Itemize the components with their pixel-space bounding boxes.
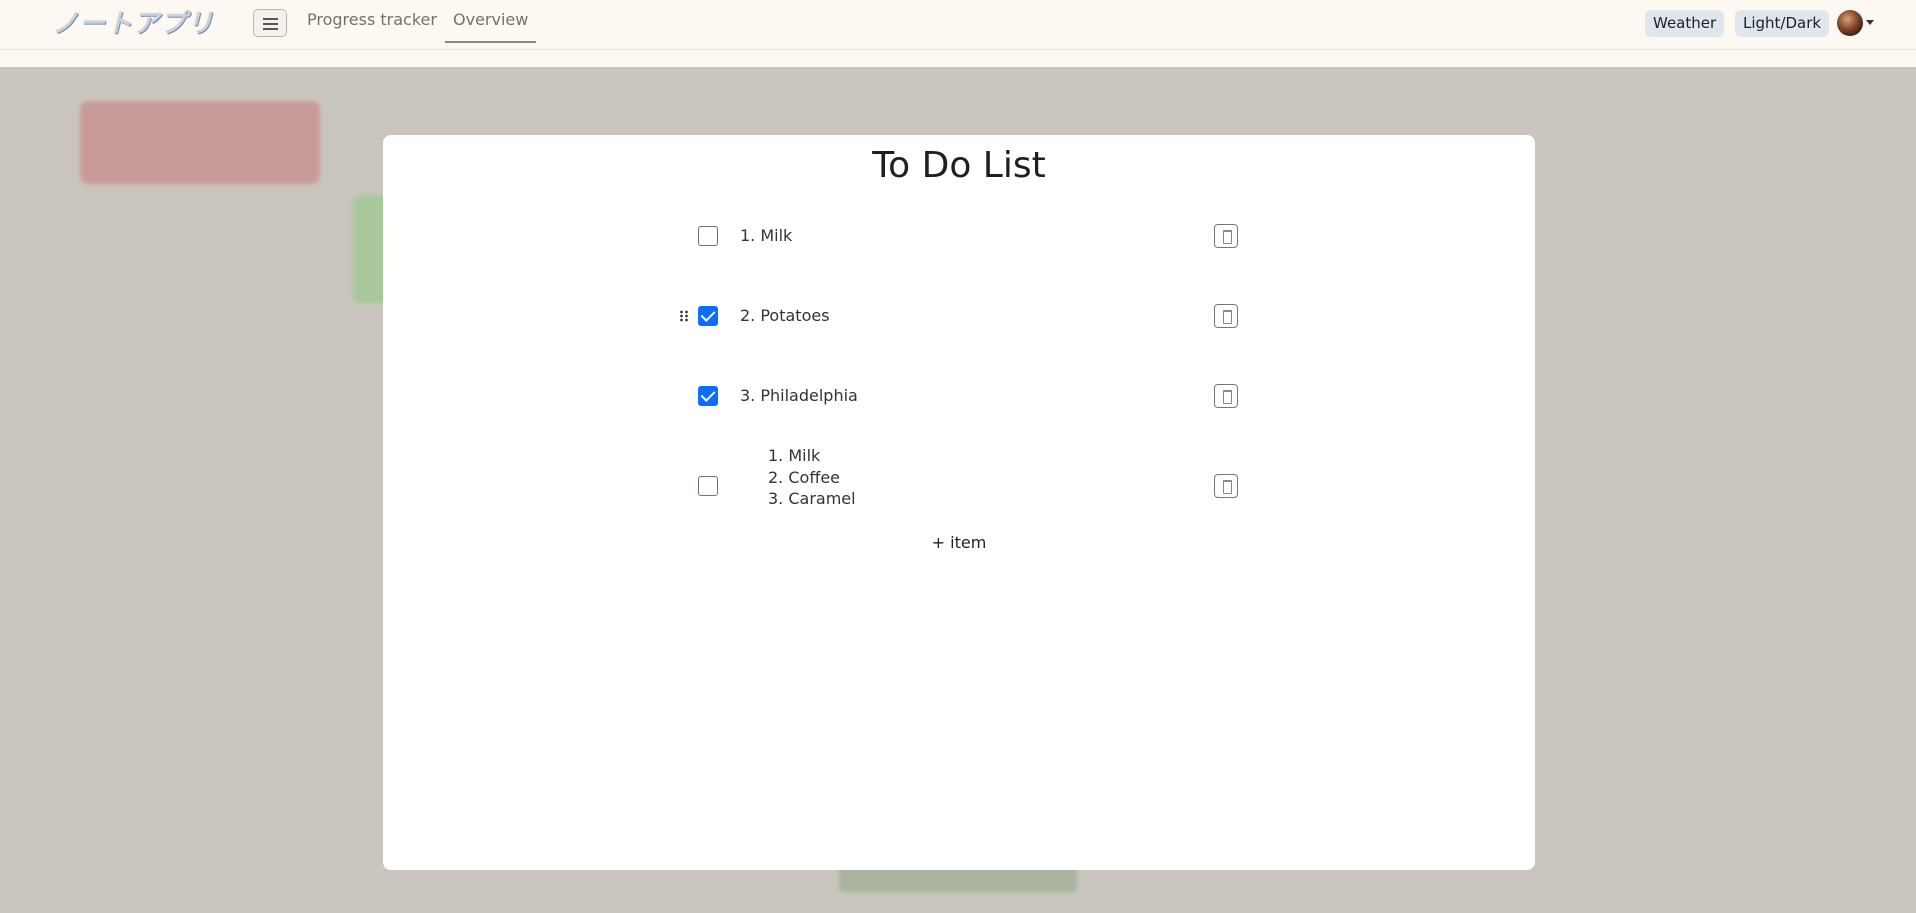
add-item-button[interactable]: + item [383, 533, 1535, 552]
theme-toggle-button[interactable]: Light/Dark [1735, 10, 1830, 37]
todo-sublist[interactable]: 1. Milk 2. Coffee 3. Caramel [740, 445, 856, 510]
delete-button[interactable] [1214, 224, 1238, 248]
chevron-down-icon[interactable] [1866, 20, 1874, 25]
background-card [80, 101, 320, 184]
delete-button[interactable] [1214, 304, 1238, 328]
nav-overview[interactable]: Overview [445, 10, 537, 43]
delete-button[interactable] [1214, 384, 1238, 408]
avatar[interactable] [1837, 10, 1863, 36]
nav-progress-tracker[interactable]: Progress tracker [307, 10, 437, 34]
todo-checkbox[interactable] [698, 226, 718, 246]
todo-item-text[interactable]: 2. Potatoes [740, 306, 830, 325]
todo-item-text[interactable]: 3. Philadelphia [740, 386, 858, 405]
delete-button[interactable] [1214, 474, 1238, 498]
navbar: ノートアプリ Progress tracker Overview Weather… [0, 0, 1916, 50]
todo-checkbox[interactable] [698, 476, 718, 496]
sublist-item: 3. Caramel [768, 489, 856, 508]
brand-logo[interactable]: ノートアプリ [52, 4, 214, 44]
sublist-item: 2. Coffee [768, 467, 841, 487]
hamburger-menu-button[interactable] [253, 9, 287, 37]
modal-title: To Do List [872, 145, 1046, 186]
todo-modal: To Do List 1. Milk 2. Potatoes 3. Philad… [383, 135, 1535, 870]
todo-checkbox[interactable] [698, 386, 718, 406]
drag-handle-icon[interactable] [679, 310, 689, 322]
hamburger-icon [263, 18, 278, 20]
sublist-item: 1. Milk [768, 446, 821, 465]
todo-checkbox[interactable] [698, 306, 718, 326]
weather-button[interactable]: Weather [1645, 10, 1725, 37]
todo-item-text[interactable]: 1. Milk [740, 226, 792, 245]
